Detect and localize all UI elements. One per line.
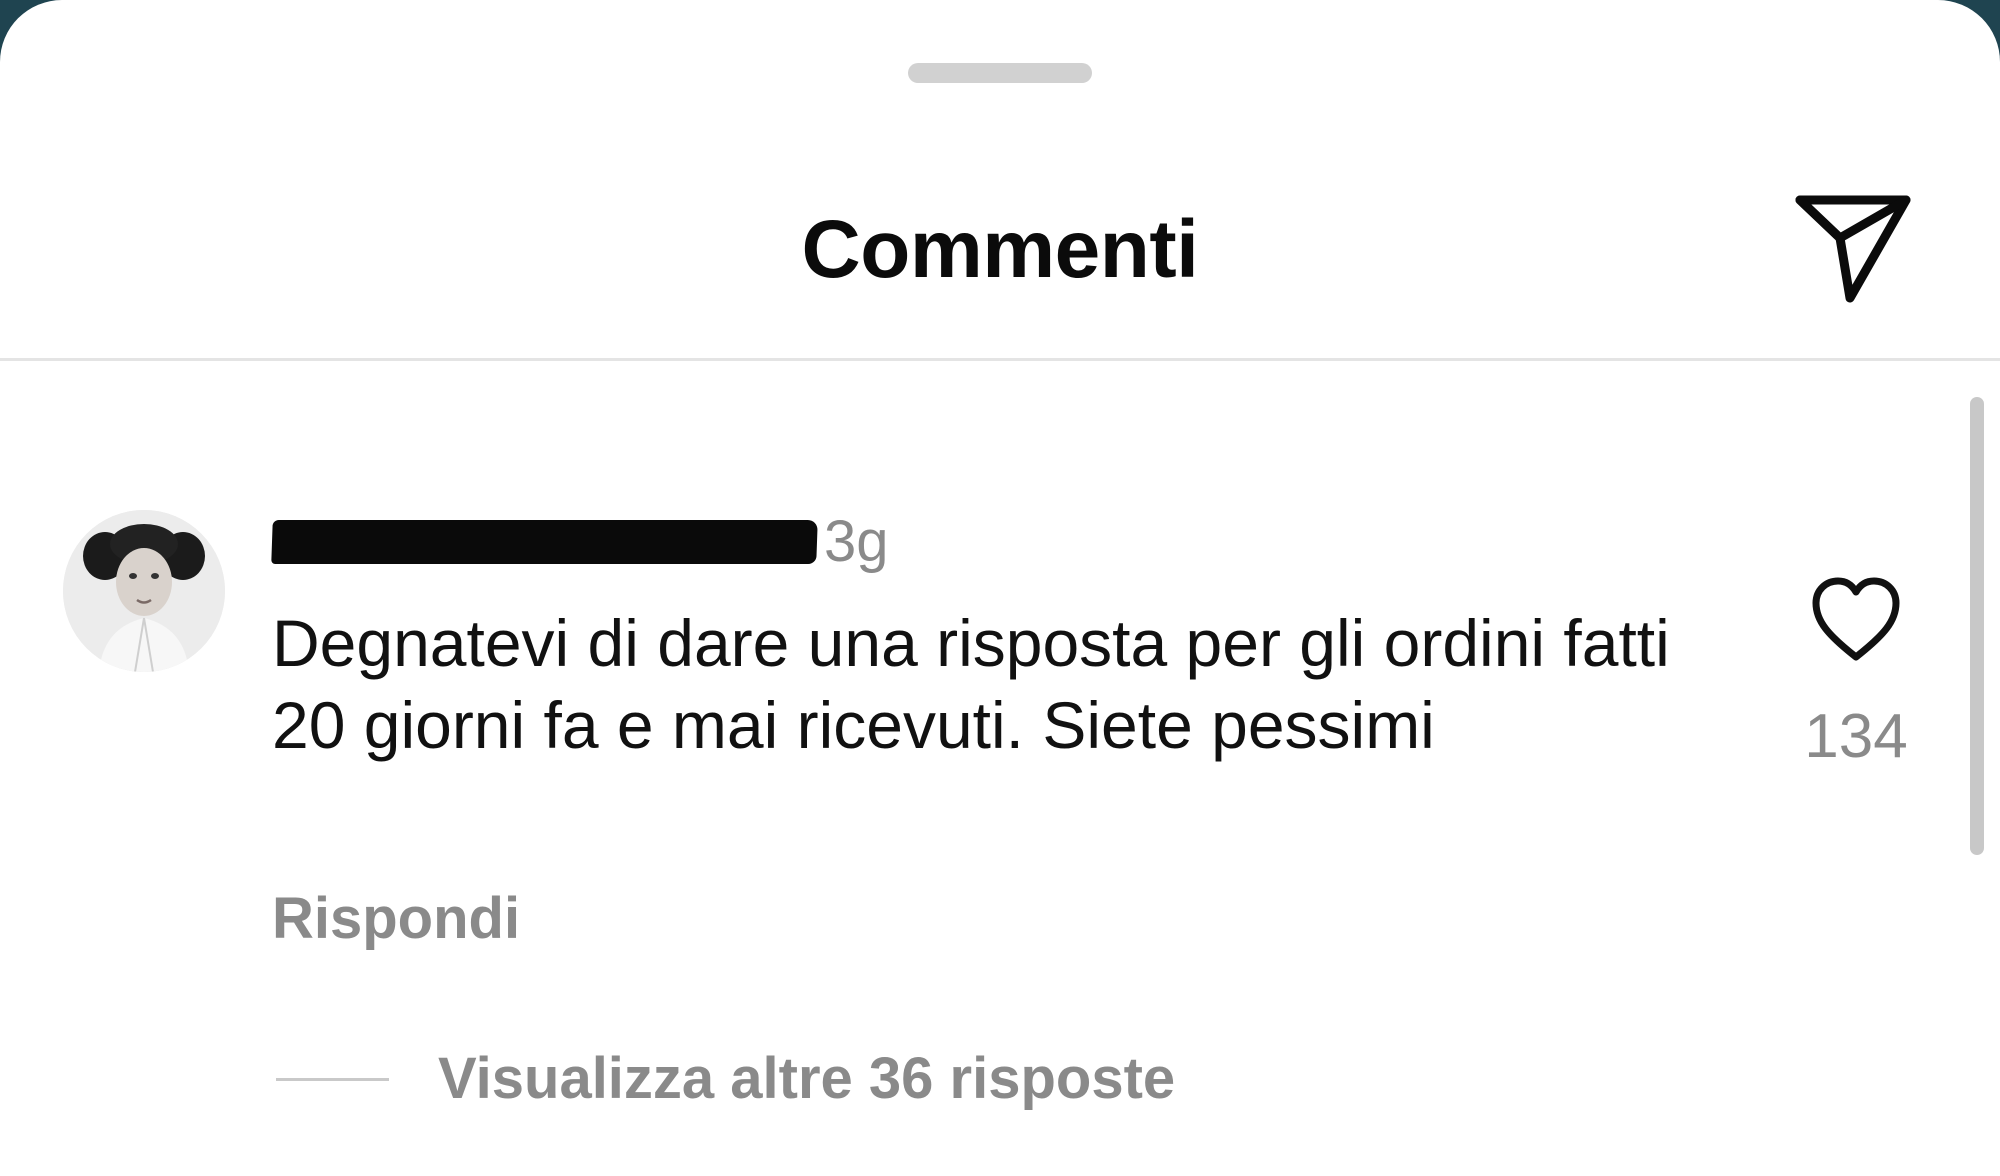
- view-replies-button[interactable]: Visualizza altre 36 risposte: [438, 1044, 1175, 1114]
- like-count: 134: [1804, 702, 1908, 771]
- reply-button[interactable]: Rispondi: [272, 884, 520, 954]
- share-button[interactable]: [1792, 190, 1916, 308]
- avatar[interactable]: [63, 510, 225, 672]
- send-icon: [1795, 195, 1911, 303]
- scrollbar[interactable]: [1970, 397, 1984, 855]
- comment-text: Degnatevi di dare una risposta per gli o…: [272, 606, 1670, 762]
- comments-sheet: Commenti 3g Degnatevi di dare una rispos…: [0, 0, 2000, 1176]
- header-divider: [0, 358, 2000, 361]
- sheet-drag-handle[interactable]: [908, 63, 1092, 83]
- heart-outline-icon: [1812, 577, 1900, 661]
- username-redacted[interactable]: [271, 520, 818, 564]
- page-title: Commenti: [801, 204, 1199, 295]
- like-button[interactable]: [1808, 575, 1904, 665]
- avatar-portrait: [63, 510, 225, 672]
- replies-divider-line: [276, 1078, 389, 1081]
- comment-timestamp: 3g: [824, 509, 889, 574]
